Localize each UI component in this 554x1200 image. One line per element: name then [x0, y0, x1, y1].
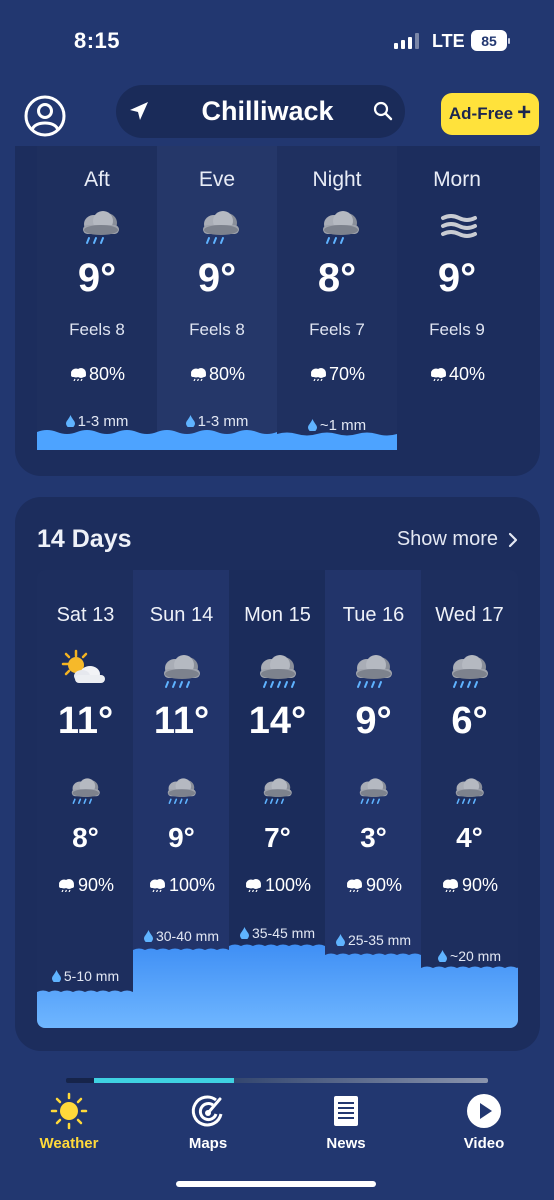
tab-weather[interactable]: Weather: [19, 1088, 119, 1152]
period-label: Morn: [433, 168, 481, 191]
feels-like: Feels 9: [429, 320, 485, 339]
temperature: 8°: [317, 256, 357, 300]
hourly-columns: Aft 9° Feels 8 80% 1-3 mm Eve 9° Feels 8…: [37, 146, 518, 448]
cloud-rain-icon: [323, 211, 359, 244]
search-icon[interactable]: [373, 101, 393, 121]
hourly-period-eve[interactable]: Eve 9° Feels 8 80% 1-3 mm: [157, 146, 277, 448]
hourly-period-night[interactable]: Night 8° Feels 7 70% ~1 mm: [277, 146, 397, 448]
status-time: 8:15: [74, 28, 121, 53]
period-label: Aft: [84, 168, 110, 191]
pop-value: 80%: [88, 364, 126, 384]
cloud-rain-icon: [83, 211, 119, 244]
hourly-period-aft[interactable]: Aft 9° Feels 8 80% 1-3 mm: [37, 146, 157, 448]
tab-video[interactable]: Video: [434, 1088, 534, 1152]
profile-icon[interactable]: [23, 94, 67, 138]
temperature: 9°: [437, 256, 477, 300]
tab-news[interactable]: News: [296, 1088, 396, 1152]
precip-chance: 40%: [397, 364, 517, 385]
fourteen-day-card: 14 Days Show more Sat 13 11° 8° 90% 5-10…: [15, 497, 540, 1051]
news-icon: [334, 1096, 358, 1126]
pop-value: 70%: [328, 364, 366, 384]
tab-maps[interactable]: Maps: [158, 1088, 258, 1152]
precip-chance: 80%: [37, 364, 157, 385]
feels-like: Feels 8: [189, 320, 245, 339]
temperature: 9°: [197, 256, 237, 300]
pop-value: 80%: [208, 364, 246, 384]
section-title: 14 Days: [37, 525, 132, 553]
daily-columns[interactable]: Sat 13 11° 8° 90% 5-10 mm Sun 14 11° 9° …: [37, 570, 518, 1028]
tab-label: News: [326, 1135, 366, 1152]
sun-icon: [50, 1092, 88, 1130]
ad-free-button[interactable]: Ad-Free +: [441, 93, 539, 135]
hourly-period-morn[interactable]: Morn 9° Feels 9 40%: [397, 146, 517, 448]
show-more-button[interactable]: Show more: [397, 528, 518, 551]
precip-chance: 80%: [157, 364, 277, 385]
status-bar: 8:15 LTE 85: [0, 0, 554, 80]
location-arrow-icon[interactable]: [128, 100, 150, 122]
show-more-label: Show more: [396, 528, 498, 550]
play-icon: [467, 1094, 501, 1128]
feels-like: Feels 8: [69, 320, 125, 339]
radar-icon: [191, 1095, 223, 1127]
battery-level: 85: [481, 32, 497, 49]
battery-icon: 85: [471, 30, 510, 51]
hourly-precip-wave: [37, 430, 397, 450]
network-label: LTE: [432, 31, 465, 51]
chevron-right-icon: [508, 532, 518, 547]
temperature: 9°: [77, 256, 117, 300]
period-label: Night: [312, 168, 362, 191]
signal-icon: [394, 33, 419, 49]
cloud-rain-icon: [203, 211, 239, 244]
feels-like: Feels 7: [309, 320, 365, 339]
tab-label: Weather: [39, 1135, 99, 1152]
precip-chance: 70%: [277, 364, 397, 385]
fog-icon: [441, 214, 477, 238]
scroll-indicator: [66, 1078, 488, 1083]
period-label: Eve: [198, 168, 236, 191]
home-indicator: [176, 1181, 376, 1187]
location-search-bar[interactable]: Chilliwack: [116, 85, 405, 138]
city-name[interactable]: Chilliwack: [176, 96, 359, 127]
ad-free-label: Ad-Free: [448, 104, 514, 123]
tab-label: Video: [463, 1135, 505, 1152]
daily-precip-wave: [37, 944, 518, 1028]
tab-label: Maps: [188, 1135, 228, 1152]
hourly-forecast-card[interactable]: Aft 9° Feels 8 80% 1-3 mm Eve 9° Feels 8…: [15, 146, 540, 476]
pop-value: 40%: [448, 364, 486, 384]
plus-icon: +: [517, 99, 532, 126]
